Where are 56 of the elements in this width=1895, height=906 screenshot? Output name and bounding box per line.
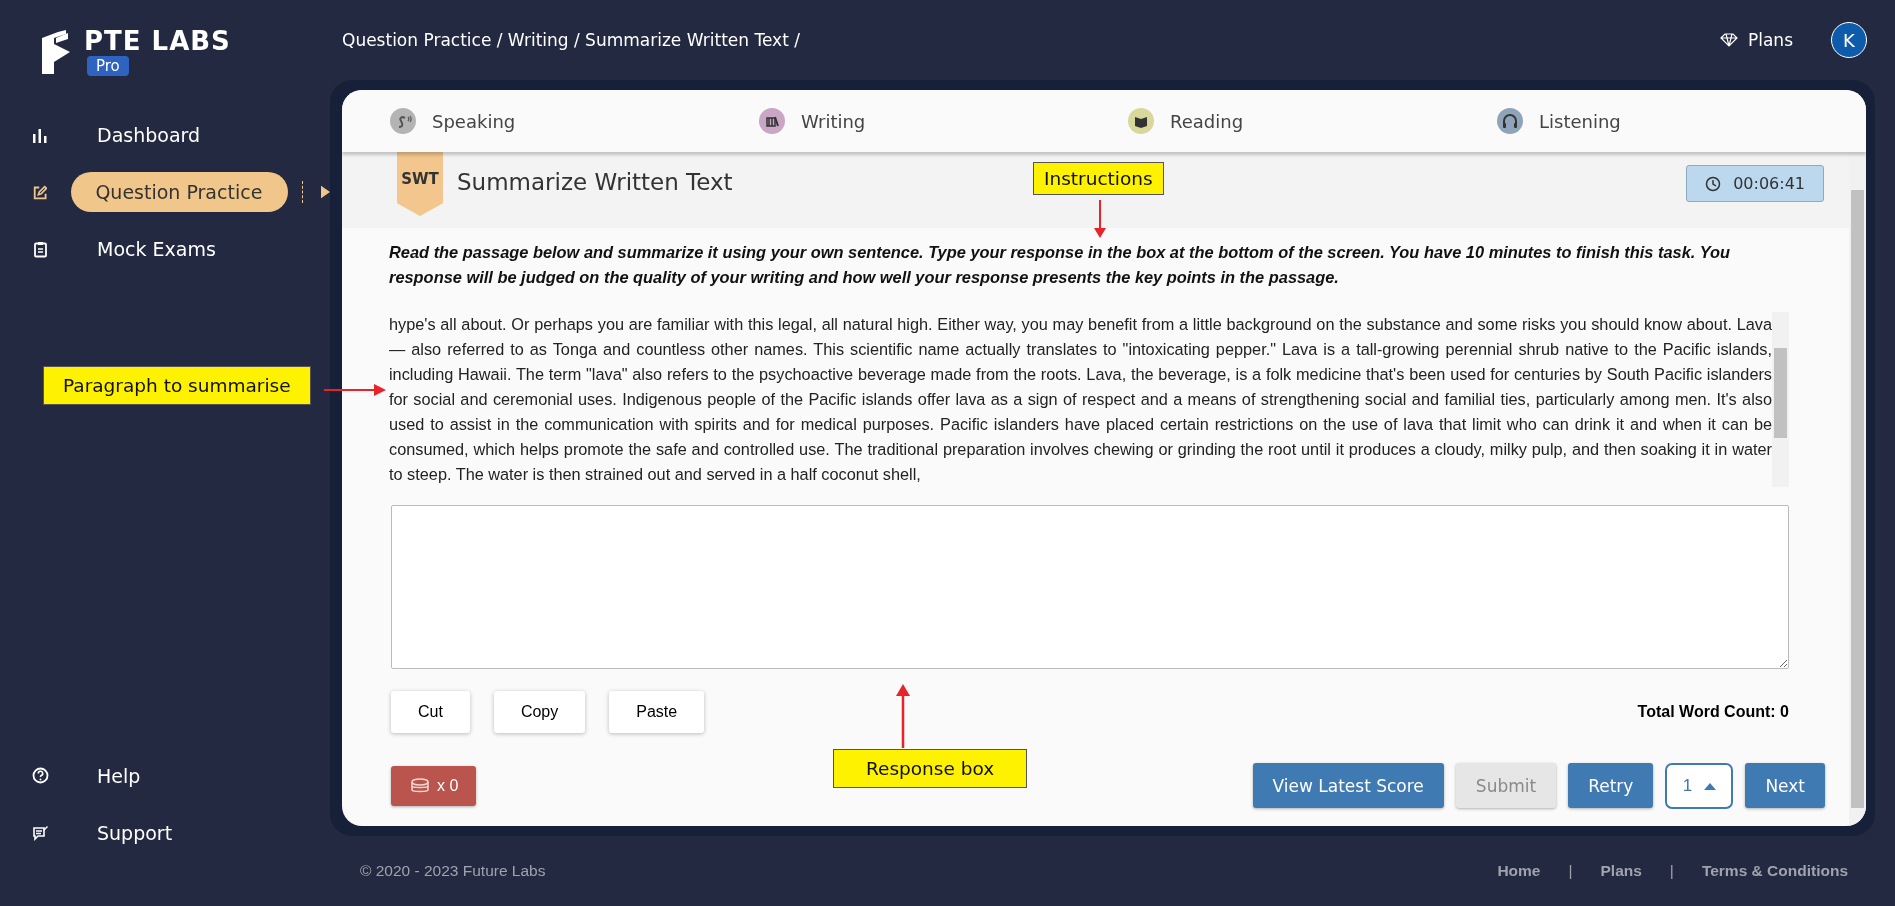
arrow [896, 684, 910, 748]
edit-button[interactable]: Paste [609, 691, 705, 733]
page-selector[interactable]: 1 [1665, 763, 1734, 809]
sidebar-item[interactable]: Support [73, 812, 197, 853]
sidebar-item[interactable]: Help [73, 755, 165, 796]
brand-name: PTE LABS [84, 26, 231, 56]
bar-chart-icon [32, 126, 49, 144]
note-icon [32, 824, 49, 841]
timer: 00:06:41 [1686, 165, 1824, 202]
response-field[interactable] [391, 505, 1789, 669]
action-button[interactable]: Retry [1568, 763, 1654, 808]
reading-icon [1128, 108, 1154, 134]
section-tab[interactable]: Writing [759, 108, 1128, 134]
callout-label: Response box [833, 749, 1028, 788]
copyright-text: © 2020 - 2023 Future Labs [360, 862, 547, 880]
clock-icon [1705, 175, 1722, 192]
callout-label: Paragraph to summarise [43, 366, 311, 405]
arrow [1093, 200, 1107, 238]
section-tab[interactable]: Reading [1128, 108, 1497, 134]
avatar[interactable]: K [1831, 22, 1867, 58]
scrollbar[interactable] [1772, 312, 1789, 487]
plans-link[interactable]: Plans [1719, 30, 1793, 50]
pro-badge: Pro [87, 56, 129, 76]
edit-icon [32, 183, 48, 201]
breadcrumb: Question Practice / Writing / Summarize Written Text / [342, 30, 801, 50]
footer-link[interactable]: Home [1497, 862, 1541, 880]
scrollbar[interactable] [1849, 152, 1866, 826]
listening-icon [1497, 108, 1523, 134]
action-button[interactable]: View Latest Score [1252, 763, 1444, 808]
instructions-text: Read the passage below and summarize it using your own sentence. Type your response in the box at the bottom of the screen. You have 10 minutes to finish this task. You response will be judged on the quality of your writing and how well your response presents the key points in the passage. [389, 242, 1731, 288]
footer-link[interactable]: Plans [1600, 862, 1642, 880]
coins-button[interactable]: x 0 [391, 766, 477, 806]
edit-button[interactable]: Cut [391, 691, 470, 733]
edit-button[interactable]: Copy [493, 691, 586, 733]
coins-icon [409, 777, 431, 795]
sidebar-item[interactable]: Mock Exams [73, 229, 240, 269]
speaking-icon [390, 108, 416, 134]
caret-up-icon [1704, 782, 1717, 790]
separator: | [1568, 862, 1573, 880]
word-count: Total Word Count: 0 [1637, 703, 1789, 721]
diamond-icon [1719, 33, 1738, 47]
writing-icon [759, 108, 785, 134]
task-ribbon: SWT [397, 152, 443, 216]
sidebar-item[interactable]: Dashboard [73, 115, 225, 155]
task-title: Summarize Written Text [457, 169, 733, 195]
callout-label: Instructions [1033, 162, 1164, 195]
passage-text: hype's all about. Or perhaps you are familiar with this legal, all natural high. Either way, you may benefit from a little background on the substance and some risks you should know about. Lava — also referred to as Tonga and countless other names. This scientific name actually translates to "intoxicating pepper." Lava is a tall-growing perennial shrub native to the Pacific islands, including Hawaii. The term "lava" also refers to the psychoactive beverage made from the roots. Lava, the beverage, is a folk medicine that's been used for centuries by South Pacific islanders for social and ceremonial uses. Indigenous people of the Pacific islands offer lava as a sign of respect and a means of strengthening social and familial ties, particularly among men. It's also used to assist in the communication with spirits and for medical purposes. Pacific islanders have placed certain restrictions on the use of lava that limit who can drink it and when it can be consumed, which helps promote the safe and controlled use. The traditional preparation involves chewing or grinding the root until it produces a cloudy, milky pulp, and then soaking it in water to steep. The water is then strained out and served in a half coconut shell, [389, 314, 1772, 485]
action-button[interactable]: Next [1745, 763, 1825, 808]
section-tab[interactable]: Speaking [390, 108, 759, 134]
section-tab[interactable]: Listening [1497, 108, 1866, 134]
separator: | [1669, 862, 1674, 880]
footer-link[interactable]: Terms & Conditions [1701, 862, 1848, 880]
help-icon [32, 767, 49, 784]
arrow [324, 383, 386, 397]
clipboard-icon [32, 240, 49, 258]
sidebar-item[interactable]: Question Practice [71, 172, 288, 212]
